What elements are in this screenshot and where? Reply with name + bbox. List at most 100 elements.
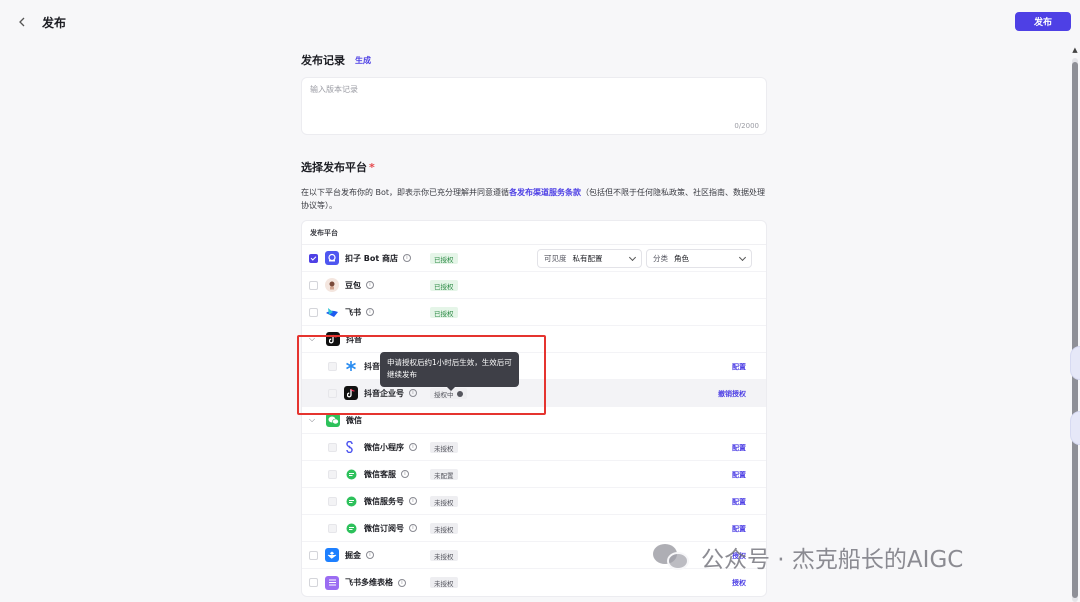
required-mark: * [369, 160, 375, 174]
status-badge: 未授权 [430, 550, 458, 561]
checkbox-coze-store[interactable] [309, 253, 318, 263]
table-row: 微信服务号 i 未授权 配置 [302, 488, 766, 515]
checkbox-wx-kf[interactable] [328, 469, 337, 479]
wechat-watermark-icon [653, 542, 693, 572]
checkbox-doubao[interactable] [309, 280, 318, 290]
scrollbar-thumb[interactable] [1072, 62, 1078, 598]
visibility-label: 可见度 [544, 254, 567, 263]
table-row: 微信订阅号 i 未授权 配置 [302, 515, 766, 542]
page-title: 发布 [42, 15, 67, 30]
status-badge: 未授权 [430, 442, 458, 453]
configure-link[interactable]: 配置 [732, 524, 746, 534]
checkbox-wx-service[interactable] [328, 496, 337, 506]
doubao-icon [325, 278, 339, 292]
checkbox-douyin-mini[interactable] [328, 361, 337, 371]
checkbox-feishu-sheet[interactable] [309, 578, 318, 587]
wechat-miniprogram-icon [344, 440, 358, 454]
platform-name: 扣子 Bot 商店 [345, 253, 398, 263]
checkbox-feishu[interactable] [309, 307, 318, 317]
scroll-up-arrow[interactable]: ▲ [1072, 46, 1078, 54]
status-badge: 已授权 [430, 253, 458, 264]
configure-link[interactable]: 配置 [732, 497, 746, 507]
visibility-select[interactable]: 可见度 私有配置 [537, 249, 642, 268]
platform-name: 抖音 [364, 361, 380, 371]
status-badge: 未配置 [430, 469, 458, 480]
configure-link[interactable]: 配置 [732, 362, 746, 372]
checkbox-wx-sub[interactable] [328, 523, 337, 533]
table-row: 微信小程序 i 未授权 配置 [302, 434, 766, 461]
group-row-douyin[interactable]: ⌵ 抖音 [302, 326, 766, 353]
revoke-auth-link[interactable]: 撤销授权 [718, 389, 746, 399]
status-badge: 已授权 [430, 307, 458, 318]
chevron-down-icon[interactable]: ⌵ [309, 415, 319, 425]
info-icon[interactable]: i [409, 497, 417, 505]
side-float-button[interactable] [1070, 346, 1080, 380]
category-select[interactable]: 分类 角色 [646, 249, 752, 268]
platform-name: 微信小程序 [364, 442, 404, 452]
platform-title: 选择发布平台 [301, 161, 367, 174]
info-icon[interactable]: i [409, 524, 417, 532]
publish-button[interactable]: 发布 [1015, 12, 1071, 31]
back-button[interactable] [12, 12, 32, 32]
platform-name: 抖音 [346, 334, 362, 344]
info-icon[interactable]: i [398, 578, 406, 587]
platform-name: 抖音企业号 [364, 388, 404, 398]
terms-link[interactable]: 各发布渠道服务条款 [509, 188, 581, 197]
top-bar: 发布 发布 [0, 0, 1080, 44]
auth-tooltip: 申请授权后约1小时后生效，生效后可继续发布 [380, 352, 519, 391]
scrollbar[interactable] [1072, 58, 1078, 602]
platform-name: 飞书多维表格 [345, 578, 393, 587]
chevron-down-icon[interactable]: ⌵ [309, 334, 319, 344]
category-value: 角色 [674, 254, 689, 263]
douyin-icon [344, 386, 358, 400]
douyin-icon [326, 332, 340, 346]
coze-store-icon [325, 251, 339, 265]
feishu-icon [325, 305, 339, 319]
info-icon[interactable]: i [366, 551, 374, 559]
checkbox-juejin[interactable] [309, 550, 318, 560]
status-badge: 已授权 [430, 280, 458, 291]
table-row: 微信客服 i 未配置 配置 [302, 461, 766, 488]
record-section-title: 发布记录 生成 [301, 52, 767, 68]
wechat-icon [326, 413, 340, 427]
table-row: 飞书 i 已授权 [302, 299, 766, 326]
generate-link[interactable]: 生成 [355, 55, 371, 66]
info-icon[interactable]: i [403, 254, 411, 262]
checkbox-wx-mini[interactable] [328, 442, 337, 452]
wechat-service-icon [344, 494, 358, 508]
wechat-kf-icon [344, 467, 358, 481]
platform-name: 微信 [346, 415, 362, 425]
platform-section-title: 选择发布平台 * [301, 159, 767, 175]
main-content: 发布记录 生成 输入版本记录 0/2000 选择发布平台 * 在以下平台发布你的 … [301, 52, 767, 597]
checkbox-douyin-enterprise[interactable] [328, 388, 337, 398]
platform-name: 微信客服 [364, 469, 396, 479]
platform-name: 微信服务号 [364, 496, 404, 506]
configure-link[interactable]: 配置 [732, 470, 746, 480]
info-icon[interactable]: i [401, 470, 409, 478]
watermark-text: 公众号 · 杰克船长的AIGC [701, 547, 964, 573]
category-label: 分类 [653, 254, 668, 263]
table-header: 发布平台 [302, 221, 766, 245]
status-badge: 未授权 [430, 577, 458, 588]
platform-name: 飞书 [345, 307, 361, 317]
platform-name: 微信订阅号 [364, 523, 404, 533]
platform-name: 掘金 [345, 550, 361, 560]
side-float-button[interactable] [1070, 411, 1080, 445]
configure-link[interactable]: 配置 [732, 443, 746, 453]
visibility-value: 私有配置 [572, 254, 603, 263]
info-icon[interactable]: i [366, 308, 374, 316]
table-row: 豆包 i 已授权 [302, 272, 766, 299]
platform-name: 豆包 [345, 280, 361, 290]
info-filled-icon[interactable] [456, 390, 463, 397]
table-row: 抖音 配置 [302, 353, 766, 380]
desc-text: 在以下平台发布你的 Bot，即表示你已充分理解并同意遵循 [301, 188, 510, 197]
info-icon[interactable]: i [409, 443, 417, 451]
group-row-wechat[interactable]: ⌵ 微信 [302, 407, 766, 434]
wechat-subscription-icon [344, 521, 358, 535]
authorize-link[interactable]: 授权 [732, 578, 746, 588]
version-record-input[interactable]: 输入版本记录 0/2000 [301, 77, 767, 135]
table-row: 扣子 Bot 商店 i 已授权 可见度 私有配置 分类 角色 [302, 245, 766, 272]
info-icon[interactable]: i [366, 281, 374, 289]
info-icon[interactable]: i [409, 389, 417, 397]
watermark: 公众号 · 杰克船长的AIGC [653, 540, 963, 574]
